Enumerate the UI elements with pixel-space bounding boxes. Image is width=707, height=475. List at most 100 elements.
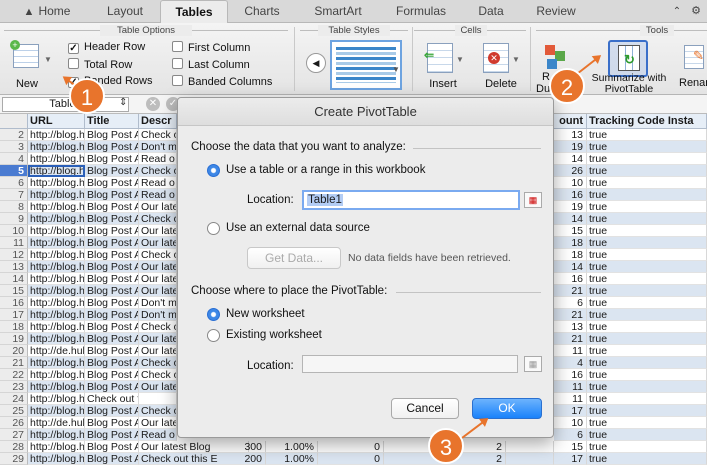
new-table-button[interactable]: + <box>10 40 42 74</box>
row-number-header[interactable]: 29 <box>0 453 28 465</box>
delete-button[interactable]: Delete <box>479 78 523 90</box>
cell-tracking-code[interactable]: true <box>587 345 707 357</box>
cell-tracking-code[interactable]: true <box>587 261 707 273</box>
row-number-header[interactable]: 26 <box>0 417 28 429</box>
last-column-checkbox[interactable]: Last Column <box>172 58 250 71</box>
cancel-button[interactable]: Cancel <box>391 398 459 419</box>
cell-tracking-code[interactable]: true <box>587 165 707 177</box>
cell-description[interactable]: Our late <box>139 345 177 357</box>
cell-url[interactable]: http://blog.hu <box>28 225 85 237</box>
cell-description[interactable]: Our late <box>139 225 177 237</box>
cell-value[interactable]: 300 <box>240 441 266 453</box>
cell-title[interactable]: Blog Post A <box>85 225 139 237</box>
cell-description[interactable]: Our late <box>139 261 177 273</box>
row-number-header[interactable]: 18 <box>0 321 28 333</box>
tab-formulas[interactable]: Formulas <box>383 0 459 23</box>
cell-count[interactable]: 17 <box>554 405 587 417</box>
cell-url[interactable]: http://blog.hu <box>28 129 85 141</box>
cell-url[interactable]: http://de.hub <box>28 345 85 357</box>
cell-title[interactable]: Blog Post A <box>85 453 139 465</box>
cell-count[interactable]: 15 <box>554 441 587 453</box>
row-number-header[interactable]: 25 <box>0 405 28 417</box>
row-number-header[interactable]: 7 <box>0 189 28 201</box>
cell-description[interactable]: Check o <box>139 405 177 417</box>
name-box-stepper-icon[interactable]: ⇕ <box>119 97 127 108</box>
insert-cells-icon[interactable]: ⇐ <box>424 43 453 73</box>
cell-url[interactable]: http://blog.hu <box>28 141 85 153</box>
cell-description[interactable]: Check o <box>139 165 177 177</box>
cell-tracking-code[interactable]: true <box>587 213 707 225</box>
cell-tracking-code[interactable]: true <box>587 297 707 309</box>
cell-description[interactable]: Check o <box>139 213 177 225</box>
cell-count[interactable]: 14 <box>554 213 587 225</box>
cell-title[interactable]: Blog Post A <box>85 213 139 225</box>
cell-count[interactable]: 16 <box>554 369 587 381</box>
cell-title[interactable]: Blog Post A <box>85 417 139 429</box>
total-row-checkbox[interactable]: Total Row <box>68 58 132 71</box>
insert-button[interactable]: Insert <box>423 78 463 90</box>
row-number-header[interactable]: 15 <box>0 285 28 297</box>
cell-percent[interactable]: 1.00% <box>266 441 318 453</box>
cell-description[interactable]: Don't m <box>139 309 177 321</box>
get-data-button[interactable]: Get Data... <box>247 247 341 269</box>
column-header-description[interactable]: Descr <box>139 114 177 129</box>
cell-count[interactable]: 15 <box>554 225 587 237</box>
cell-description[interactable]: Read o <box>139 429 177 441</box>
cell-title[interactable]: Blog Post A <box>85 369 139 381</box>
cell-description[interactable]: Check o <box>139 129 177 141</box>
use-external-radio[interactable] <box>207 222 220 235</box>
cell-description[interactable]: Check o <box>139 321 177 333</box>
cell-title[interactable]: Blog Post A <box>85 249 139 261</box>
cell-url[interactable]: http://de.hub <box>28 417 85 429</box>
cell-url[interactable]: http://blog.hu <box>28 441 85 453</box>
cell-count[interactable]: 11 <box>554 393 587 405</box>
cell-count[interactable]: 14 <box>554 153 587 165</box>
cell-tracking-code[interactable]: true <box>587 177 707 189</box>
cell-description[interactable]: Read o <box>139 153 177 165</box>
cell-title[interactable]: Blog Post A <box>85 381 139 393</box>
cell-url[interactable]: http://blog.hu <box>28 249 85 261</box>
cell-value[interactable]: 0 <box>318 453 384 465</box>
cell-url[interactable]: http://blog.hu <box>28 177 85 189</box>
new-worksheet-label[interactable]: New worksheet <box>226 308 305 320</box>
cell-title[interactable]: Blog Post A <box>85 237 139 249</box>
chevron-down-icon[interactable]: ▼ <box>44 55 52 64</box>
tab-data[interactable]: Data <box>463 0 519 23</box>
cell-url[interactable]: http://blog.hu <box>28 261 85 273</box>
cell-title[interactable]: Blog Post A <box>85 129 139 141</box>
cell-description[interactable]: Check o <box>139 357 177 369</box>
cell-tracking-code[interactable]: true <box>587 237 707 249</box>
cell-title[interactable]: Blog Post A <box>85 273 139 285</box>
cell-title[interactable]: Blog Post A <box>85 429 139 441</box>
column-header-url[interactable]: URL <box>28 114 85 129</box>
cell-title[interactable]: Blog Post A <box>85 441 139 453</box>
cell-description[interactable]: Check out this E <box>139 453 249 465</box>
cell-tracking-code[interactable]: true <box>587 441 707 453</box>
cell-tracking-code[interactable]: true <box>587 417 707 429</box>
cell-title[interactable]: Blog Post A <box>85 345 139 357</box>
cell-title[interactable]: Blog Post A <box>85 261 139 273</box>
cell-tracking-code[interactable]: true <box>587 189 707 201</box>
row-number-header[interactable]: 17 <box>0 309 28 321</box>
row-number-header[interactable]: 20 <box>0 345 28 357</box>
cell-description[interactable] <box>139 393 177 405</box>
cell-count[interactable]: 6 <box>554 429 587 441</box>
cell-title[interactable]: Blog Post A <box>85 201 139 213</box>
first-column-checkbox[interactable]: First Column <box>172 41 250 54</box>
cell-count[interactable]: 21 <box>554 333 587 345</box>
cell-url[interactable]: http://blog.hu <box>28 273 85 285</box>
rename-label[interactable]: Renam <box>679 77 707 89</box>
row-number-header[interactable]: 16 <box>0 297 28 309</box>
cell-title[interactable]: Blog Post A <box>85 285 139 297</box>
cell-url[interactable]: http://blog.hu <box>28 153 85 165</box>
cell-description[interactable]: Our late <box>139 201 177 213</box>
cell-title[interactable]: Blog Post A <box>85 405 139 417</box>
cell-url[interactable]: http://blog.hu <box>28 189 85 201</box>
row-number-header[interactable]: 24 <box>0 393 28 405</box>
tab-home[interactable]: ▲ Home <box>8 0 86 23</box>
cell-value[interactable]: 200 <box>240 453 266 465</box>
delete-cells-icon[interactable]: ✕ <box>483 43 509 73</box>
cell-empty[interactable] <box>506 441 554 453</box>
row-number-header[interactable]: 12 <box>0 249 28 261</box>
rename-table-icon[interactable]: ✎ <box>684 45 704 69</box>
